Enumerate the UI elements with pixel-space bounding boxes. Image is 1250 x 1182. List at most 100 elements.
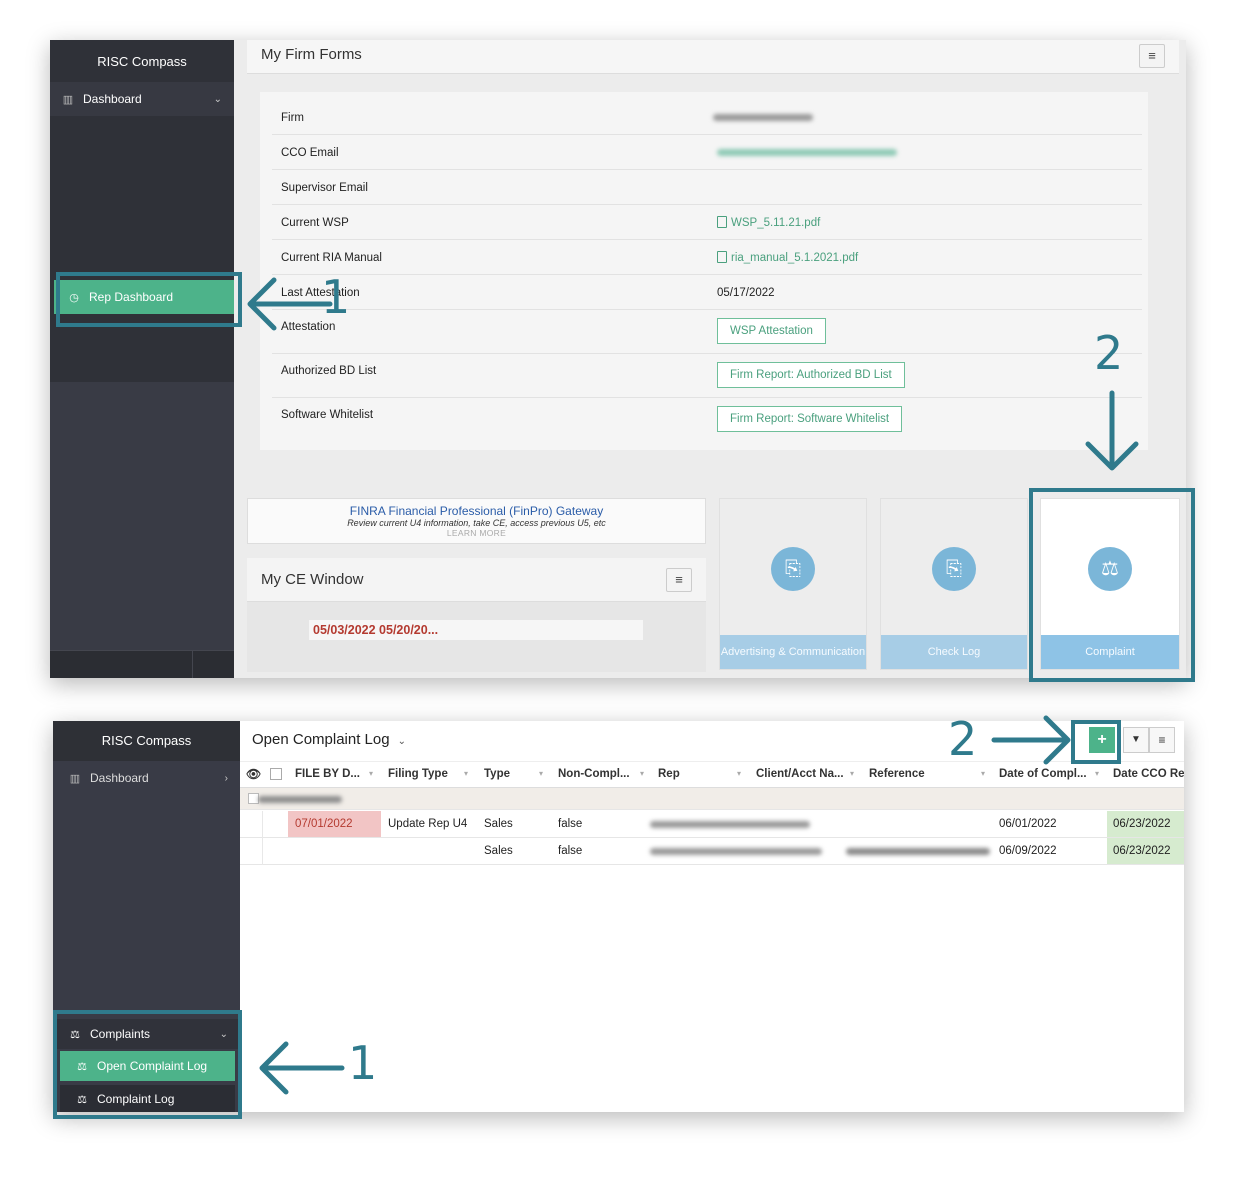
form-label: Firm <box>281 112 304 124</box>
form-row: Authorized BD List Firm Report: Authoriz… <box>272 354 1142 398</box>
form-row: Firm <box>272 100 1142 135</box>
form-label: Authorized BD List <box>281 365 377 377</box>
firm-form-card: Firm CCO Email Supervisor Email Current … <box>260 92 1148 450</box>
sidebar-item-dashboard[interactable]: ▥ Dashboard › <box>53 761 240 795</box>
column-label: Client/Acct Na... <box>756 768 844 780</box>
sidebar-lower <box>50 382 234 650</box>
filing-type: Update Rep U4 <box>388 818 468 830</box>
ce-window-card: My CE Window ≡ 05/03/2022 05/20/20... <box>247 558 706 672</box>
sort-icon: ▾ <box>464 769 469 778</box>
redacted-client <box>846 848 990 855</box>
wsp-attestation-button[interactable]: WSP Attestation <box>717 318 826 344</box>
ce-window-dates: 05/03/2022 05/20/20... <box>309 620 643 640</box>
money-document-icon: ⎘ <box>771 547 815 591</box>
date-of-complaint: 06/09/2022 <box>999 845 1057 857</box>
tile-check-log[interactable]: ⎘ Check Log <box>880 498 1028 670</box>
form-label: Supervisor Email <box>281 182 368 194</box>
main-content: Open Complaint Log ⌄ + ▼ ≡ 👁 FILE BY D...… <box>240 721 1184 1112</box>
ce-window-title: My CE Window <box>261 571 364 588</box>
link-text: WSP_5.11.21.pdf <box>731 217 821 229</box>
step-number-2: 2 <box>948 712 978 766</box>
arrow-right-icon <box>991 715 1071 765</box>
step-number-2: 2 <box>1094 326 1124 380</box>
form-label: Software Whitelist <box>281 409 374 421</box>
arrow-down-icon <box>1085 390 1139 471</box>
type: Sales <box>484 845 513 857</box>
app-title: RISC Compass <box>97 54 187 69</box>
ria-manual-link[interactable]: ria_manual_5.1.2021.pdf <box>717 240 858 276</box>
form-row: Supervisor Email <box>272 170 1142 205</box>
page-title: Open Complaint Log <box>252 731 390 748</box>
highlight-box-add-button <box>1071 720 1121 764</box>
page-title-dropdown[interactable]: Open Complaint Log ⌄ <box>252 731 406 748</box>
step-number-1: 1 <box>321 270 351 324</box>
learn-more-link[interactable]: LEARN MORE <box>248 528 705 538</box>
group-row[interactable] <box>240 788 1184 810</box>
column-label: Type <box>484 768 510 780</box>
form-row: CCO Email <box>272 135 1142 170</box>
date-cco-received: 06/23/2022 <box>1107 811 1184 837</box>
software-whitelist-button[interactable]: Firm Report: Software Whitelist <box>717 406 903 432</box>
column-header[interactable]: Filing Type <box>388 761 470 787</box>
chevron-down-icon: ⌄ <box>397 736 406 747</box>
money-document-icon: ⎘ <box>932 547 976 591</box>
form-label: Current WSP <box>281 217 349 229</box>
highlight-box-complaints-menu <box>53 1010 242 1119</box>
chevron-down-icon: ⌄ <box>213 93 222 105</box>
type: Sales <box>484 818 513 830</box>
column-header[interactable]: Date CCO Re <box>1113 761 1184 787</box>
column-label: Rep <box>658 768 680 780</box>
highlight-box-rep-dashboard <box>56 272 242 327</box>
menu-button[interactable]: ≡ <box>1149 727 1175 753</box>
file-by-date: 07/01/2022 <box>288 811 381 837</box>
sidebar-item-dashboard[interactable]: ▥ Dashboard ⌄ <box>50 82 234 116</box>
finpro-gateway-link[interactable]: FINRA Financial Professional (FinPro) Ga… <box>247 498 706 544</box>
sort-icon: ▾ <box>981 769 986 778</box>
form-row: Last Attestation 05/17/2022 <box>272 275 1142 310</box>
sort-icon: ▾ <box>850 769 855 778</box>
form-row: Current RIA Manual ria_manual_5.1.2021.p… <box>272 240 1142 275</box>
column-header[interactable]: Rep <box>658 761 738 787</box>
column-label: Filing Type <box>388 768 448 780</box>
redacted-value <box>717 149 897 156</box>
highlight-box-complaint <box>1029 488 1195 682</box>
table-row[interactable]: Sales false 06/09/2022 06/23/2022 <box>240 838 1184 865</box>
ce-window-header: My CE Window ≡ <box>247 558 706 602</box>
last-attestation-date: 05/17/2022 <box>717 287 775 299</box>
non-compliant: false <box>558 818 583 830</box>
sort-icon: ▾ <box>539 769 544 778</box>
arrow-left-icon <box>259 1041 345 1095</box>
form-row: Current WSP WSP_5.11.21.pdf <box>272 205 1142 240</box>
sidebar-item-label: Dashboard <box>83 92 142 106</box>
tile-label: Advertising & Communication <box>720 635 866 669</box>
finpro-subtitle: Review current U4 information, take CE, … <box>347 518 606 528</box>
dashboard-icon: ▥ <box>62 93 74 106</box>
sort-icon: ▾ <box>737 769 742 778</box>
wsp-file-link[interactable]: WSP_5.11.21.pdf <box>717 205 820 241</box>
column-header[interactable]: Type <box>484 761 544 787</box>
redacted-rep <box>650 821 810 828</box>
finpro-title: FINRA Financial Professional (FinPro) Ga… <box>349 504 604 518</box>
app-title: RISC Compass <box>101 733 192 748</box>
cell-divider <box>262 811 263 838</box>
filter-button[interactable]: ▼ <box>1123 727 1149 753</box>
authorized-bd-list-button[interactable]: Firm Report: Authorized BD List <box>717 362 905 388</box>
link-text: ria_manual_5.1.2021.pdf <box>731 252 859 264</box>
sidebar-footer <box>50 650 234 678</box>
select-all-checkbox[interactable] <box>270 768 282 780</box>
tile-advertising[interactable]: ⎘ Advertising & Communication <box>719 498 867 670</box>
menu-button[interactable]: ≡ <box>1139 44 1165 68</box>
sort-icon: ▾ <box>640 769 645 778</box>
column-header[interactable]: Non-Compl... <box>558 761 638 787</box>
pdf-icon <box>717 216 727 228</box>
pdf-icon <box>717 251 727 263</box>
column-header[interactable]: Client/Acct Na... <box>756 761 852 787</box>
form-label: CCO Email <box>281 147 339 159</box>
ce-menu-button[interactable]: ≡ <box>666 568 692 592</box>
eye-icon[interactable]: 👁 <box>246 761 261 787</box>
sort-icon: ▾ <box>369 769 374 778</box>
table-row[interactable]: 07/01/2022 Update Rep U4 Sales false 06/… <box>240 811 1184 838</box>
redacted-rep <box>650 848 822 855</box>
cell-divider <box>262 838 263 865</box>
form-row: Attestation WSP Attestation <box>272 310 1142 354</box>
